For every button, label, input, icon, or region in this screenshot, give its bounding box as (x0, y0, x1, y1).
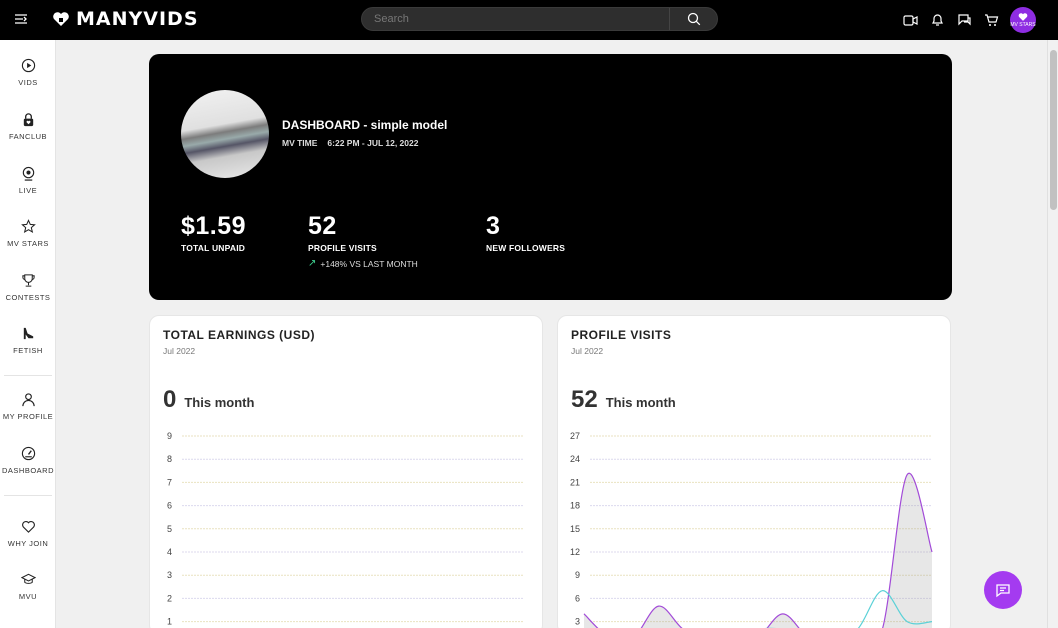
card-summary-label: This month (184, 395, 255, 410)
y-tick-label: 21 (570, 477, 580, 487)
y-tick-label: 1 (167, 617, 172, 627)
sidebar-item-dashboard[interactable]: DASHBOARD (0, 446, 56, 475)
trend-up-arrow-icon: ↗ (308, 258, 317, 269)
y-tick-label: 24 (570, 454, 580, 464)
card-summary-label: This month (605, 395, 676, 410)
sidebar-item-mvu[interactable]: MVU (0, 572, 56, 601)
card-title: TOTAL EARNINGS (USD) (163, 328, 316, 342)
scrollbar-thumb[interactable] (1050, 50, 1057, 210)
y-tick-label: 3 (575, 617, 580, 627)
bell-icon[interactable] (929, 12, 945, 28)
y-tick-label: 7 (167, 477, 172, 487)
stat-trend-text: +148% VS LAST MONTH (320, 258, 418, 269)
y-tick-label: 27 (570, 431, 580, 441)
card-summary-value: 52 (571, 386, 598, 413)
series-line (764, 590, 933, 628)
profile-picture[interactable] (181, 90, 269, 178)
top-bar: MANYVIDS MV STARS (0, 0, 1058, 40)
chat-icon[interactable] (956, 12, 972, 28)
sidebar-item-vids[interactable]: VIDS (0, 58, 56, 87)
mv-time: MV TIME 6:22 PM - JUL 12, 2022 (282, 138, 428, 148)
stat-value: 52 (308, 212, 337, 240)
card-summary: 52 This month (571, 386, 676, 414)
logo-heart-icon (53, 12, 69, 26)
sidebar-item-why-join[interactable]: WHY JOIN (0, 519, 56, 548)
avatar-logo-icon (1018, 13, 1028, 21)
stat-label: PROFILE VISITS (308, 243, 377, 253)
y-tick-label: 4 (167, 547, 172, 557)
sidebar-item-live[interactable]: LIVE (0, 166, 56, 195)
y-tick-label: 12 (570, 547, 580, 557)
sidebar-item-mv-stars[interactable]: MV STARS (0, 219, 56, 248)
y-tick-label: 6 (575, 593, 580, 603)
card-summary: 0 This month (163, 386, 254, 414)
sidebar-item-contests[interactable]: CONTESTS (0, 273, 56, 302)
webcam-icon (22, 166, 34, 181)
mv-time-value: 6:22 PM - JUL 12, 2022 (327, 138, 419, 148)
stat-trend: ↗ +148% VS LAST MONTH (308, 258, 418, 269)
heart-icon (21, 520, 35, 533)
y-tick-label: 18 (570, 501, 580, 511)
stat-label: TOTAL UNPAID (181, 243, 246, 253)
earnings-card: TOTAL EARNINGS (USD) Jul 2022 0 This mon… (149, 315, 543, 628)
stat-profile-visits: 52 PROFILE VISITS ↗ +148% VS LAST MONTH (308, 212, 418, 269)
mv-time-label: MV TIME (282, 138, 318, 148)
graduation-cap-icon (20, 573, 36, 584)
high-heel-icon (23, 327, 33, 340)
y-tick-label: 3 (167, 570, 172, 580)
support-chat-button[interactable] (984, 571, 1022, 609)
stat-total-unpaid: $1.59 TOTAL UNPAID (181, 212, 246, 253)
y-tick-label: 6 (167, 501, 172, 511)
sidebar: VIDS FANCLUB LIVE MV STARS CONTESTS FETI… (0, 40, 56, 628)
search-bar (361, 7, 718, 31)
y-tick-label: 2 (167, 593, 172, 603)
stat-label: NEW FOLLOWERS (486, 243, 566, 253)
trophy-icon (21, 274, 35, 287)
sidebar-divider (4, 495, 52, 496)
card-title: PROFILE VISITS (571, 328, 672, 342)
series-line (583, 472, 933, 628)
dashboard-hero: DASHBOARD - simple model MV TIME 6:22 PM … (149, 54, 952, 300)
search-icon (687, 12, 700, 26)
chat-bubble-icon (996, 584, 1010, 598)
profile-visits-card: PROFILE VISITS Jul 2022 52 This month 27… (557, 315, 951, 628)
card-date: Jul 2022 (571, 346, 604, 356)
search-button[interactable] (669, 8, 717, 30)
cart-icon[interactable] (983, 12, 999, 28)
earnings-chart: 9 8 7 6 5 4 3 2 1 (167, 431, 524, 627)
user-icon (21, 393, 35, 407)
play-circle-icon (21, 58, 35, 73)
brand-name: MANYVIDS (76, 8, 199, 30)
card-date: Jul 2022 (163, 346, 196, 356)
stat-value: 3 (486, 212, 501, 240)
sidebar-divider (4, 375, 52, 376)
gauge-icon (21, 446, 35, 461)
page-scrollbar[interactable] (1047, 40, 1058, 628)
sidebar-item-fanclub[interactable]: FANCLUB (0, 112, 56, 141)
stat-value: $1.59 (181, 212, 247, 240)
series-area (584, 473, 932, 628)
star-icon (20, 219, 36, 233)
video-camera-icon[interactable] (902, 12, 918, 28)
y-tick-label: 8 (167, 454, 172, 464)
brand-logo[interactable]: MANYVIDS (52, 8, 199, 30)
search-input[interactable] (362, 8, 669, 30)
y-tick-label: 5 (167, 524, 172, 534)
header-actions: MV STARS (902, 7, 1036, 33)
menu-toggle-icon[interactable] (14, 12, 28, 26)
profile-visits-chart: 27 24 21 18 15 12 9 6 3 (570, 431, 933, 628)
lock-heart-icon (23, 113, 33, 127)
y-tick-label: 9 (167, 431, 172, 441)
card-summary-value: 0 (163, 386, 177, 413)
user-avatar[interactable]: MV STARS (1010, 7, 1036, 33)
sidebar-item-my-profile[interactable]: MY PROFILE (0, 392, 56, 421)
y-tick-label: 9 (575, 570, 580, 580)
avatar-text: MV STARS (1010, 22, 1036, 28)
y-tick-label: 15 (570, 524, 580, 534)
sidebar-item-fetish[interactable]: FETISH (0, 326, 56, 355)
stat-new-followers: 3 NEW FOLLOWERS (486, 212, 565, 253)
page-title: DASHBOARD - simple model (282, 118, 448, 132)
